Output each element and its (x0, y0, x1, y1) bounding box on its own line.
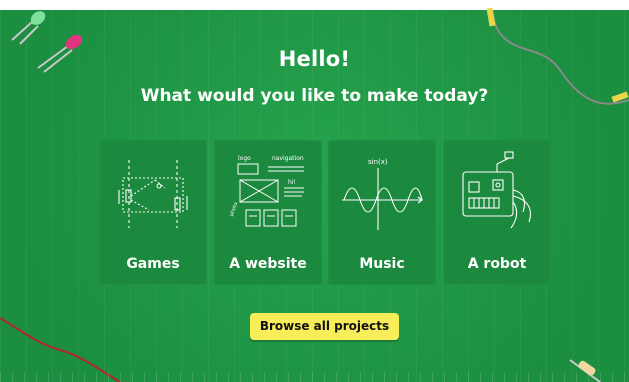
card-label: A robot (467, 256, 527, 272)
card-label: A website (229, 256, 307, 272)
green-led-icon (11, 11, 46, 45)
website-sketch-icon: logo navigation hi! photo (229, 155, 304, 227)
card-label: Music (359, 256, 405, 272)
sine-wave-icon: sin(x) (342, 158, 423, 230)
sketch-photo-text: photo (229, 202, 240, 218)
page-subtitle: What would you like to make today? (140, 86, 489, 106)
card-music[interactable]: sin(x) Music (328, 140, 436, 285)
card-robot[interactable]: A robot (443, 140, 551, 285)
sketch-hi-text: hi! (288, 179, 296, 186)
hero-board: Hello! What would you like to make today… (0, 0, 629, 382)
sketch-logo-text: logo (238, 155, 251, 162)
sketch-nav-text: navigation (272, 155, 304, 162)
sketch-sin-text: sin(x) (368, 158, 388, 166)
card-website[interactable]: logo navigation hi! photo A website (214, 140, 322, 285)
card-label: Games (126, 256, 180, 272)
ruler-marks (0, 372, 629, 382)
project-category-cards: Games logo navigation hi! photo A websit… (99, 140, 551, 285)
page-title: Hello! (278, 47, 351, 71)
robot-sketch-icon (462, 151, 531, 229)
game-sketch-icon (118, 160, 188, 228)
card-games[interactable]: Games (99, 140, 207, 285)
browse-all-projects-button[interactable]: Browse all projects (250, 313, 399, 340)
